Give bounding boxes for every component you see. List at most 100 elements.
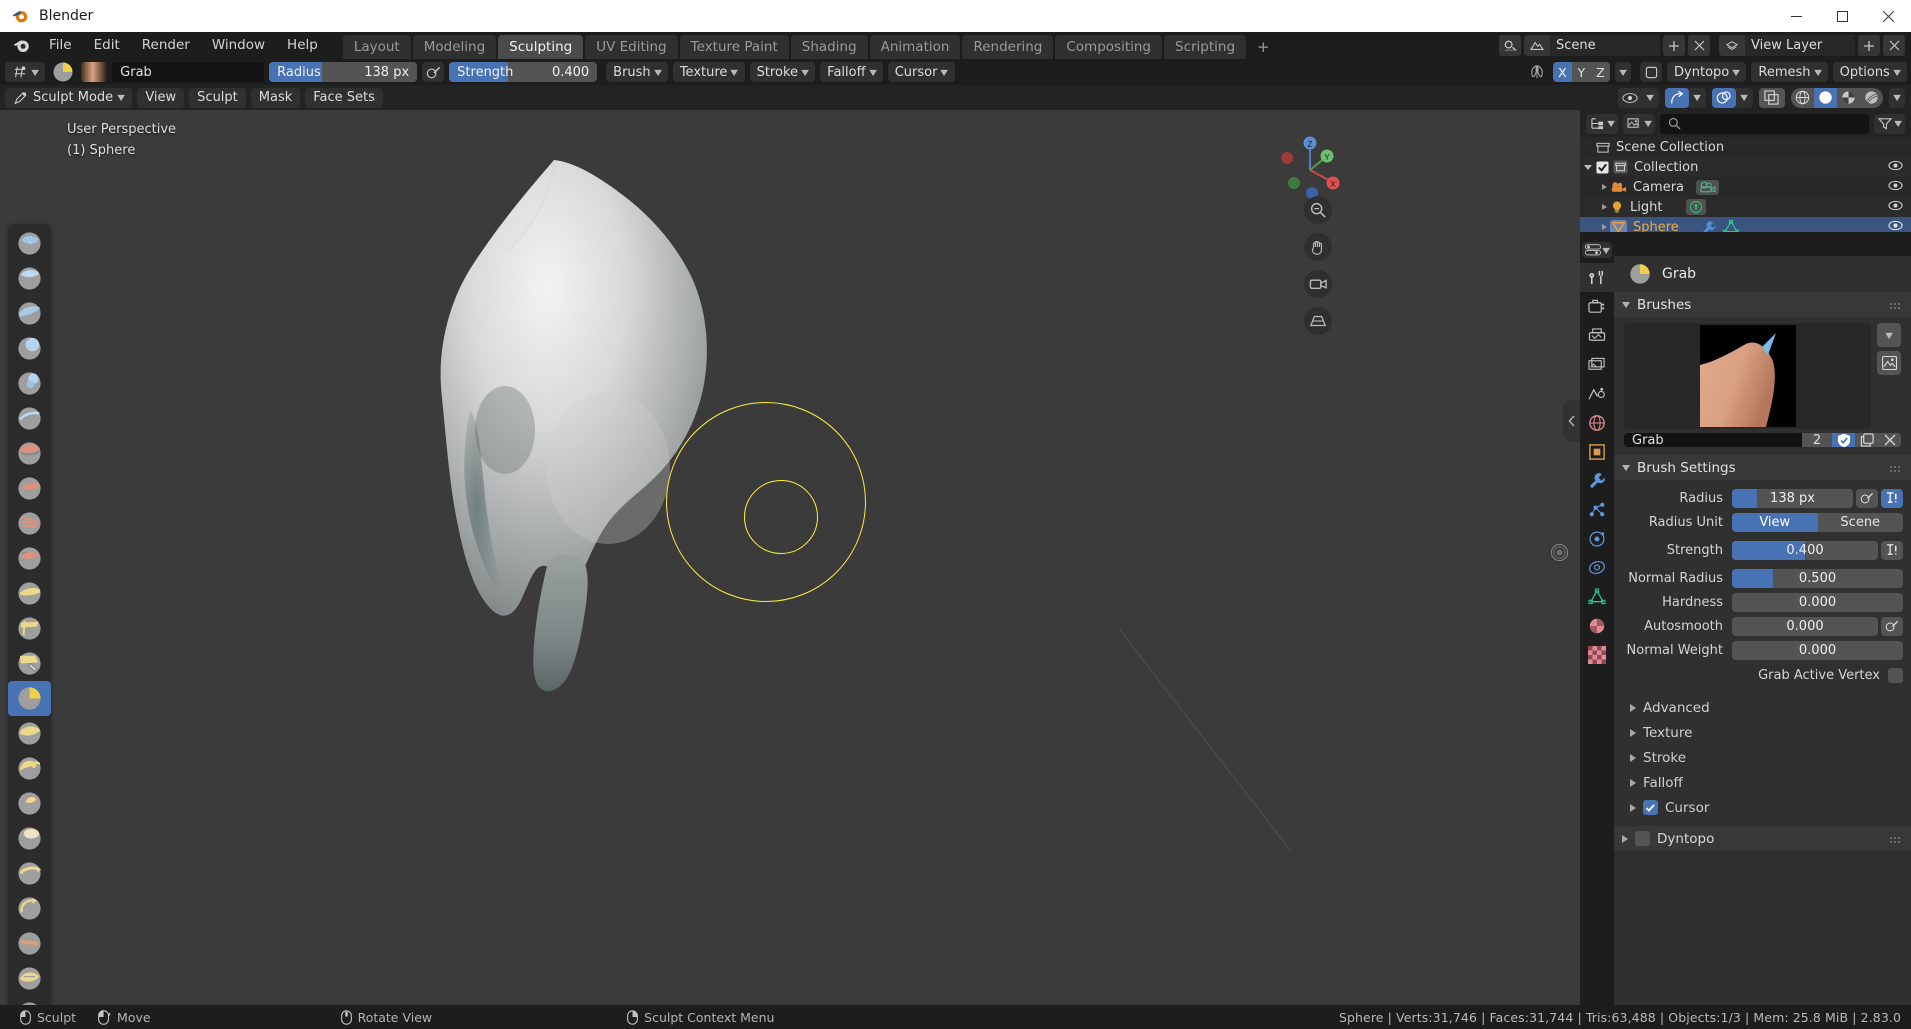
- tool-thumb[interactable]: [8, 786, 51, 821]
- radius-unit-scene-option[interactable]: Scene: [1817, 512, 1903, 532]
- tool-nudge[interactable]: [8, 856, 51, 891]
- workspace-tab-texture-paint[interactable]: Texture Paint: [679, 35, 789, 59]
- workspace-tab-uv-editing[interactable]: UV Editing: [585, 35, 678, 59]
- brush-datablock-name[interactable]: Grab: [1624, 433, 1802, 448]
- radius-field[interactable]: 138 px: [1732, 488, 1853, 508]
- solid-shading-button[interactable]: [1813, 87, 1837, 108]
- tool-grab[interactable]: [8, 681, 51, 716]
- duplicate-brush-icon[interactable]: [1855, 433, 1878, 447]
- properties-tab-constraints[interactable]: [1580, 553, 1614, 582]
- outliner-editor-type-button[interactable]: ▼: [1586, 113, 1619, 134]
- new-view-layer-icon[interactable]: [1858, 35, 1880, 56]
- camera-data-icon[interactable]: [1696, 179, 1720, 195]
- overlays-icon[interactable]: [1711, 87, 1736, 108]
- radius-unified-icon[interactable]: [1881, 488, 1903, 508]
- gizmo-icon[interactable]: [1664, 87, 1689, 108]
- tool-clay-strips[interactable]: [8, 331, 51, 366]
- strength-unified-icon[interactable]: [1881, 540, 1903, 560]
- dyntopo-toggle-checkbox[interactable]: [1640, 62, 1663, 82]
- tool-mask[interactable]: [8, 996, 51, 1005]
- scene-browse-icon[interactable]: [1499, 35, 1521, 56]
- pan-hand-icon[interactable]: [1304, 233, 1332, 261]
- dyntopo-panel-checkbox[interactable]: [1635, 831, 1650, 846]
- light-data-icon[interactable]: [1686, 199, 1707, 215]
- tool-fill[interactable]: [8, 611, 51, 646]
- workspace-tab-rendering[interactable]: Rendering: [962, 35, 1054, 59]
- chevron-down-icon[interactable]: ▼: [1736, 88, 1753, 108]
- symmetry-x-toggle[interactable]: X: [1552, 62, 1572, 82]
- workspace-tab-animation[interactable]: Animation: [869, 35, 961, 59]
- dyntopo-panel-header[interactable]: Dyntopo: [1614, 826, 1911, 851]
- tool-pose[interactable]: [8, 821, 51, 856]
- chevron-down-icon[interactable]: ▼: [1642, 88, 1659, 108]
- tool-layer[interactable]: [8, 401, 51, 436]
- maximize-button[interactable]: [1819, 0, 1865, 32]
- properties-tab-modifier[interactable]: [1580, 466, 1614, 495]
- brushes-panel-header[interactable]: Brushes: [1614, 292, 1911, 317]
- visibility-eye-icon[interactable]: [1888, 179, 1903, 196]
- mask-menu[interactable]: Mask: [250, 87, 301, 108]
- properties-tab-object[interactable]: [1580, 437, 1614, 466]
- properties-tab-object-data[interactable]: [1580, 582, 1614, 611]
- outliner-row-collection[interactable]: Collection: [1580, 157, 1911, 177]
- brush-users-count[interactable]: 2: [1802, 433, 1832, 448]
- remesh-menu[interactable]: Remesh ▼: [1751, 62, 1828, 82]
- brush-texture-swatch[interactable]: [81, 62, 108, 82]
- hardness-field[interactable]: 0.000: [1732, 592, 1903, 612]
- outliner-row-sphere[interactable]: Sphere: [1580, 217, 1911, 232]
- properties-tab-particles[interactable]: [1580, 495, 1614, 524]
- close-button[interactable]: [1865, 0, 1911, 32]
- grab-active-vertex-checkbox[interactable]: [1888, 667, 1903, 683]
- properties-tab-scene[interactable]: [1580, 379, 1614, 408]
- radius-unit-view-option[interactable]: View: [1732, 512, 1818, 532]
- workspace-tab-layout[interactable]: Layout: [342, 35, 411, 59]
- brush-preview-box[interactable]: [1624, 323, 1871, 429]
- dyntopo-menu[interactable]: Dyntopo ▼: [1667, 62, 1747, 82]
- menu-window[interactable]: Window: [201, 34, 276, 57]
- outliner-display-mode-button[interactable]: ▼: [1623, 113, 1656, 134]
- symmetry-y-toggle[interactable]: Y: [1571, 62, 1591, 82]
- properties-tab-render[interactable]: [1580, 292, 1614, 321]
- unlink-brush-icon[interactable]: [1878, 433, 1901, 447]
- xray-toggle[interactable]: [1758, 87, 1785, 108]
- symmetry-options-dropdown[interactable]: ▼: [1614, 62, 1632, 82]
- shading-options-dropdown[interactable]: ▼: [1888, 87, 1905, 108]
- view-menu[interactable]: View: [137, 87, 185, 108]
- texture-menu[interactable]: Texture ▼: [672, 62, 745, 82]
- stroke-menu[interactable]: Stroke ▼: [749, 62, 816, 82]
- tool-clay-thumb[interactable]: [8, 366, 51, 401]
- advanced-subpanel-header[interactable]: Advanced: [1614, 695, 1911, 720]
- rendered-shading-button[interactable]: [1859, 87, 1883, 108]
- visibility-eye-icon[interactable]: [1888, 219, 1903, 232]
- outliner-search-input[interactable]: [1660, 113, 1869, 134]
- view-layer-name-field[interactable]: View Layer: [1745, 35, 1855, 56]
- outliner-row-light[interactable]: Light: [1580, 197, 1911, 217]
- wireframe-shading-button[interactable]: [1790, 87, 1814, 108]
- radius-slider[interactable]: Radius 138 px: [269, 62, 418, 82]
- radius-pressure-icon[interactable]: [422, 62, 445, 82]
- menu-help[interactable]: Help: [276, 34, 329, 57]
- minimize-button[interactable]: [1773, 0, 1819, 32]
- strength-slider[interactable]: Strength 0.400: [449, 62, 598, 82]
- blender-menu-logo-icon[interactable]: [10, 35, 32, 57]
- outliner-row-scene-collection[interactable]: Scene Collection: [1580, 137, 1911, 157]
- cursor-menu[interactable]: Cursor ▼: [887, 62, 955, 82]
- tool-blob[interactable]: [8, 471, 51, 506]
- workspace-tab-modeling[interactable]: Modeling: [412, 35, 497, 59]
- autosmooth-pressure-icon[interactable]: [1881, 616, 1903, 636]
- properties-tab-world[interactable]: [1580, 408, 1614, 437]
- menu-render[interactable]: Render: [131, 34, 201, 57]
- tool-draw[interactable]: [8, 226, 51, 261]
- outliner-filter-button[interactable]: ▼: [1873, 113, 1905, 134]
- expand-toggle-icon[interactable]: [1580, 164, 1596, 170]
- falloff-menu[interactable]: Falloff ▼: [820, 62, 883, 82]
- properties-tab-output[interactable]: [1580, 321, 1614, 350]
- menu-edit[interactable]: Edit: [83, 34, 131, 57]
- scene-name-field[interactable]: Scene: [1550, 35, 1660, 56]
- normal-weight-field[interactable]: 0.000: [1732, 640, 1903, 660]
- properties-tab-tool[interactable]: [1580, 263, 1614, 292]
- tool-simplify[interactable]: [8, 961, 51, 996]
- viewport-sidebar-tab[interactable]: [1563, 400, 1580, 442]
- visibility-eye-icon[interactable]: [1888, 159, 1903, 176]
- visibility-icon[interactable]: [1618, 88, 1642, 108]
